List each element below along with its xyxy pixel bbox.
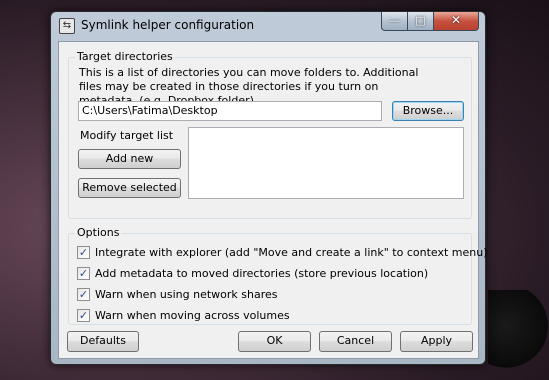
target-directories-group: Target directories This is a list of dir… [68,50,472,219]
option-label: Integrate with explorer (add "Move and c… [95,245,488,259]
target-path-input[interactable]: C:\Users\Fatima\Desktop [78,101,382,121]
apply-button[interactable]: Apply [400,331,473,352]
checkbox[interactable]: ✓ [77,308,90,322]
add-new-button[interactable]: Add new [78,149,181,169]
title-bar[interactable]: ⇆ Symlink helper configuration — □ ✕ [51,12,485,40]
minimize-button[interactable]: — [381,12,408,31]
dialog-client-area: Target directories This is a list of dir… [58,41,488,359]
modify-target-list-label: Modify target list [80,129,174,142]
checkbox[interactable]: ✓ [77,245,90,259]
option-label: Warn when using network shares [95,287,278,301]
remove-selected-button[interactable]: Remove selected [78,178,181,198]
target-directories-label: Target directories [75,50,175,63]
options-group: Options ✓ Integrate with explorer (add "… [68,226,488,325]
checkbox[interactable]: ✓ [77,287,90,301]
option-integrate-explorer[interactable]: ✓ Integrate with explorer (add "Move and… [77,245,488,259]
option-label: Add metadata to moved directories (store… [95,266,429,280]
option-warn-network-shares[interactable]: ✓ Warn when using network shares [77,287,278,301]
cancel-button[interactable]: Cancel [319,331,392,352]
caption-buttons: — □ ✕ [381,12,479,31]
desktop-plant-silhouette [488,290,549,380]
defaults-button[interactable]: Defaults [67,331,139,352]
close-button[interactable]: ✕ [434,12,479,31]
option-label: Warn when moving across volumes [95,308,290,322]
ok-button[interactable]: OK [238,331,311,352]
app-icon: ⇆ [59,18,75,34]
window-title: Symlink helper configuration [81,18,255,32]
checkbox[interactable]: ✓ [77,266,90,280]
options-label: Options [75,226,122,239]
target-list[interactable] [188,127,464,199]
option-warn-across-volumes[interactable]: ✓ Warn when moving across volumes [77,308,290,322]
maximize-button[interactable]: □ [408,12,434,31]
option-add-metadata[interactable]: ✓ Add metadata to moved directories (sto… [77,266,428,280]
browse-button[interactable]: Browse... [392,101,464,121]
dialog-window: ⇆ Symlink helper configuration — □ ✕ Tar… [50,11,488,365]
